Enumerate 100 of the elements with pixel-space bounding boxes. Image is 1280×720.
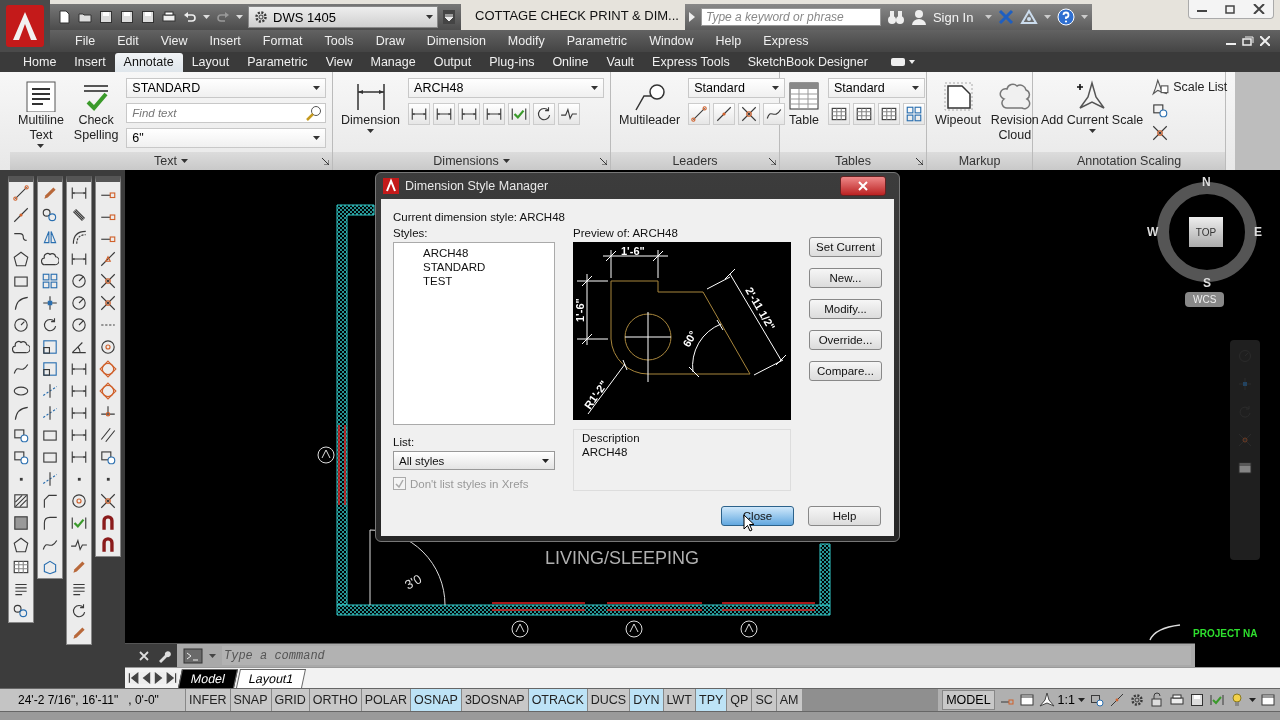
menu-item[interactable]: Express: [752, 34, 820, 48]
copy-icon[interactable]: [12, 602, 30, 620]
aligned-dimension-icon[interactable]: [70, 206, 88, 224]
caret-icon[interactable]: [772, 86, 780, 90]
dimension-icon[interactable]: [70, 184, 88, 202]
dimension-icon[interactable]: [70, 404, 88, 422]
dialog-launcher-icon[interactable]: [600, 158, 607, 165]
ribbon-toggle-icon[interactable]: [890, 57, 915, 67]
style-dropdown[interactable]: Standard: [688, 78, 786, 98]
close-button[interactable]: [840, 176, 886, 196]
arc-icon[interactable]: [12, 294, 30, 312]
parallel-snap-icon[interactable]: [99, 426, 117, 444]
annotation-scale-button[interactable]: 1:1: [1038, 692, 1085, 708]
drafting-toggle[interactable]: INFER: [185, 689, 230, 711]
ribbon-tab[interactable]: Plug-ins: [480, 53, 544, 72]
construction-line-icon[interactable]: [12, 206, 30, 224]
caret-icon[interactable]: [426, 15, 433, 19]
ribbon-tab[interactable]: View: [316, 53, 362, 72]
restore-icon[interactable]: [1242, 36, 1254, 46]
dialog-button[interactable]: Override...: [809, 330, 882, 350]
panel-title-bar[interactable]: Markup: [927, 152, 1032, 170]
drafting-toggle[interactable]: 3DOSNAP: [460, 689, 528, 711]
center-snap-icon[interactable]: [70, 492, 88, 510]
styles-list[interactable]: ARCH48 STANDARD TEST: [393, 242, 555, 425]
magnet-icon[interactable]: [99, 536, 117, 554]
user-icon[interactable]: [910, 9, 927, 25]
ribbon-tool-button[interactable]: Revision Cloud: [988, 78, 1041, 152]
ribbon-tool-button[interactable]: Multileader: [617, 78, 683, 152]
ribbon-tool-button[interactable]: Dimension: [339, 78, 403, 152]
sign-in-link[interactable]: Sign In: [932, 9, 974, 25]
lock-icon[interactable]: [1149, 692, 1165, 708]
list-item[interactable]: STANDARD: [420, 260, 489, 274]
window-icon[interactable]: [1237, 460, 1253, 476]
drafting-toggle[interactable]: SC: [751, 689, 776, 711]
menu-item[interactable]: Edit: [106, 34, 150, 48]
command-prompt-icon[interactable]: [183, 647, 203, 664]
list-item[interactable]: ARCH48: [420, 246, 472, 260]
dimension-icon[interactable]: [408, 103, 431, 125]
spline-icon[interactable]: [763, 103, 786, 125]
dimension-icon[interactable]: [433, 103, 456, 125]
tab-navigation-icon[interactable]: [166, 672, 178, 684]
drafting-toggle[interactable]: OTRACK: [527, 689, 587, 711]
gear-icon[interactable]: [1129, 692, 1145, 708]
save-icon[interactable]: [98, 9, 114, 25]
ribbon-tab[interactable]: Layout: [182, 53, 239, 72]
style-dropdown[interactable]: STANDARD: [126, 78, 326, 98]
binoculars-icon[interactable]: [886, 9, 905, 25]
trim-icon[interactable]: [41, 404, 59, 422]
caret-icon[interactable]: [37, 144, 45, 148]
printer-icon[interactable]: [161, 9, 177, 25]
gradient-icon[interactable]: [12, 514, 30, 532]
panel-title-bar[interactable]: Tables: [780, 152, 926, 170]
layout-tab[interactable]: Layout1: [236, 669, 307, 688]
dimension-check-icon[interactable]: [1209, 692, 1225, 708]
caret-icon[interactable]: [542, 458, 549, 463]
dimension-icon[interactable]: [70, 250, 88, 268]
drafting-toggle[interactable]: DUCS: [586, 689, 630, 711]
drafting-toggle[interactable]: LWT: [662, 689, 695, 711]
command-field[interactable]: Type a command: [222, 646, 1191, 665]
new-file-icon[interactable]: [56, 9, 72, 25]
ribbon-tab[interactable]: Output: [424, 53, 481, 72]
workspace-dropdown[interactable]: DWS 1405: [248, 6, 438, 28]
menu-item[interactable]: View: [149, 34, 199, 48]
cloud-icon[interactable]: [41, 250, 59, 268]
dialog-button[interactable]: Help: [808, 506, 881, 526]
pencil-icon[interactable]: [41, 184, 59, 202]
caret-icon[interactable]: [313, 136, 320, 140]
rotate-icon[interactable]: [70, 602, 88, 620]
expand-arrow-icon[interactable]: [688, 12, 695, 22]
polygon-icon[interactable]: [12, 536, 30, 554]
drafting-toggle[interactable]: TPY: [695, 689, 727, 711]
scale-list-button[interactable]: Scale List: [1151, 78, 1228, 96]
window-icon[interactable]: [1260, 692, 1276, 708]
caret-icon[interactable]: [1088, 129, 1096, 133]
menu-item[interactable]: Draw: [364, 34, 416, 48]
menu-item[interactable]: Parametric: [555, 34, 639, 48]
menu-item[interactable]: Window: [638, 34, 705, 48]
ribbon-tab[interactable]: Home: [14, 53, 66, 72]
style-dropdown[interactable]: Standard: [828, 78, 925, 98]
dimension-icon[interactable]: [483, 103, 506, 125]
table-icon[interactable]: [853, 103, 875, 125]
construction-line-icon[interactable]: [1109, 692, 1125, 708]
chamfer-icon[interactable]: [41, 492, 59, 510]
menu-item[interactable]: Modify: [496, 34, 556, 48]
radius-dimension-icon[interactable]: [70, 294, 88, 312]
panel-title-bar[interactable]: Text: [10, 152, 332, 170]
center-snap-icon[interactable]: [99, 338, 117, 356]
help-icon[interactable]: [1057, 8, 1076, 26]
save-icon[interactable]: [140, 9, 156, 25]
ribbon-tool-button[interactable]: Check Spelling: [71, 78, 121, 152]
block-icon[interactable]: [1151, 101, 1170, 119]
rotate-icon[interactable]: [533, 103, 556, 125]
drafting-toggle[interactable]: ORTHO: [308, 689, 361, 711]
redo-icon[interactable]: [215, 9, 231, 25]
ribbon-tab[interactable]: SketchBook Designer: [738, 53, 877, 72]
hatch-icon[interactable]: [12, 492, 30, 510]
dialog-launcher-icon[interactable]: [916, 158, 923, 165]
style-dropdown[interactable]: ARCH48: [408, 78, 604, 98]
model-tab[interactable]: Model: [178, 669, 239, 688]
ribbon-tool-button[interactable]: Add Current Scale: [1039, 78, 1146, 152]
